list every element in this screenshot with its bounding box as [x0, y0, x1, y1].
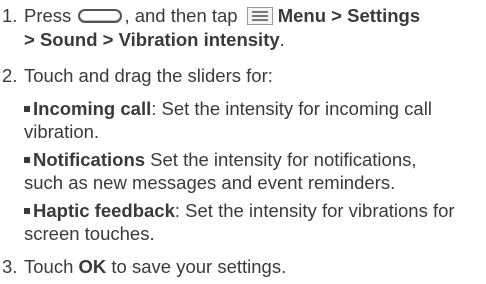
- bullet-icon: [24, 207, 30, 214]
- bullet-incoming-call: Incoming call: Set the intensity for inc…: [24, 98, 432, 142]
- step-text: Press , and then tap Menu > Settings > S…: [24, 5, 421, 50]
- step-text: Touch and drag the sliders for:: [24, 65, 273, 86]
- bullet-notifications: Notifications Set the intensity for noti…: [24, 149, 417, 193]
- step-text: Touch OK to save your settings.: [24, 256, 287, 277]
- bullet-icon: [24, 105, 30, 112]
- step-3: 3. Touch OK to save your settings.: [0, 255, 482, 278]
- bullet-icon: [24, 156, 30, 163]
- ok-label: OK: [78, 256, 107, 277]
- instructions-document: 1. Press , and then tap Menu > Settings …: [0, 0, 486, 284]
- step-number: 3.: [2, 256, 18, 277]
- bullet-haptic-feedback: Haptic feedback: Set the intensity for v…: [24, 200, 455, 244]
- step-number: 1.: [2, 5, 18, 26]
- step-number: 2.: [2, 65, 18, 86]
- step-1: 1. Press , and then tap Menu > Settings …: [0, 4, 482, 51]
- home-button-icon: [78, 8, 123, 23]
- menu-icon: [246, 6, 273, 25]
- step-2: 2. Touch and drag the sliders for:: [0, 64, 482, 87]
